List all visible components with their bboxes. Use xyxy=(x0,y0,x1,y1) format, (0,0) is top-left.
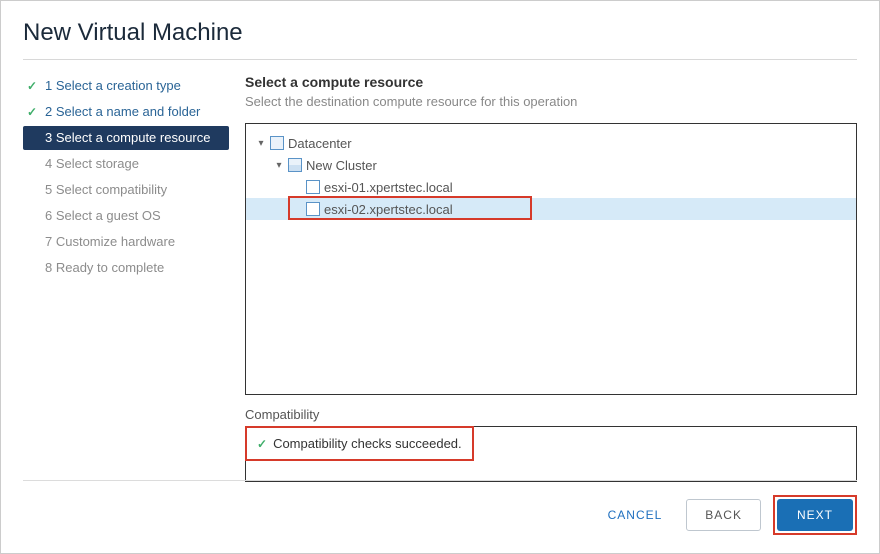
compatibility-message: Compatibility checks succeeded. xyxy=(273,436,462,451)
cancel-button[interactable]: CANCEL xyxy=(596,498,675,532)
chevron-down-icon[interactable] xyxy=(272,160,286,171)
compatibility-label: Compatibility xyxy=(245,407,857,422)
step-2[interactable]: 2 Select a name and folder xyxy=(23,100,229,124)
step-5: 5 Select compatibility xyxy=(23,178,229,202)
tree-node-datacenter[interactable]: Datacenter xyxy=(246,132,856,154)
page-title: New Virtual Machine xyxy=(23,19,857,60)
step-4: 4 Select storage xyxy=(23,152,229,176)
panel-subtitle: Select the destination compute resource … xyxy=(245,94,857,109)
host-icon xyxy=(306,202,320,216)
check-icon: ✓ xyxy=(257,437,267,451)
tree-label: New Cluster xyxy=(306,158,377,173)
datacenter-icon xyxy=(270,136,284,150)
next-button[interactable]: NEXT xyxy=(777,499,853,531)
step-8: 8 Ready to complete xyxy=(23,256,229,280)
tree-label: Datacenter xyxy=(288,136,352,151)
compatibility-status: ✓ Compatibility checks succeeded. xyxy=(245,426,474,461)
tree-label: esxi-01.xpertstec.local xyxy=(324,180,453,195)
tree-node-host-2[interactable]: esxi-02.xpertstec.local xyxy=(246,198,856,220)
tree-node-host-1[interactable]: esxi-01.xpertstec.local xyxy=(246,176,856,198)
panel-title: Select a compute resource xyxy=(245,74,857,90)
wizard-dialog: New Virtual Machine 1 Select a creation … xyxy=(0,0,880,554)
step-6: 6 Select a guest OS xyxy=(23,204,229,228)
tree-label: esxi-02.xpertstec.local xyxy=(324,202,453,217)
compatibility-panel: ✓ Compatibility checks succeeded. xyxy=(245,426,857,482)
step-7: 7 Customize hardware xyxy=(23,230,229,254)
wizard-footer: CANCEL BACK NEXT xyxy=(23,480,857,535)
wizard-steps-sidebar: 1 Select a creation type 2 Select a name… xyxy=(23,74,229,482)
highlight-box: NEXT xyxy=(773,495,857,535)
resource-tree[interactable]: Datacenter New Cluster esxi-01.xpertstec… xyxy=(245,123,857,395)
cluster-icon xyxy=(288,158,302,172)
back-button[interactable]: BACK xyxy=(686,499,761,531)
step-1[interactable]: 1 Select a creation type xyxy=(23,74,229,98)
step-3[interactable]: 3 Select a compute resource xyxy=(23,126,229,150)
host-icon xyxy=(306,180,320,194)
tree-node-cluster[interactable]: New Cluster xyxy=(246,154,856,176)
chevron-down-icon[interactable] xyxy=(254,138,268,149)
